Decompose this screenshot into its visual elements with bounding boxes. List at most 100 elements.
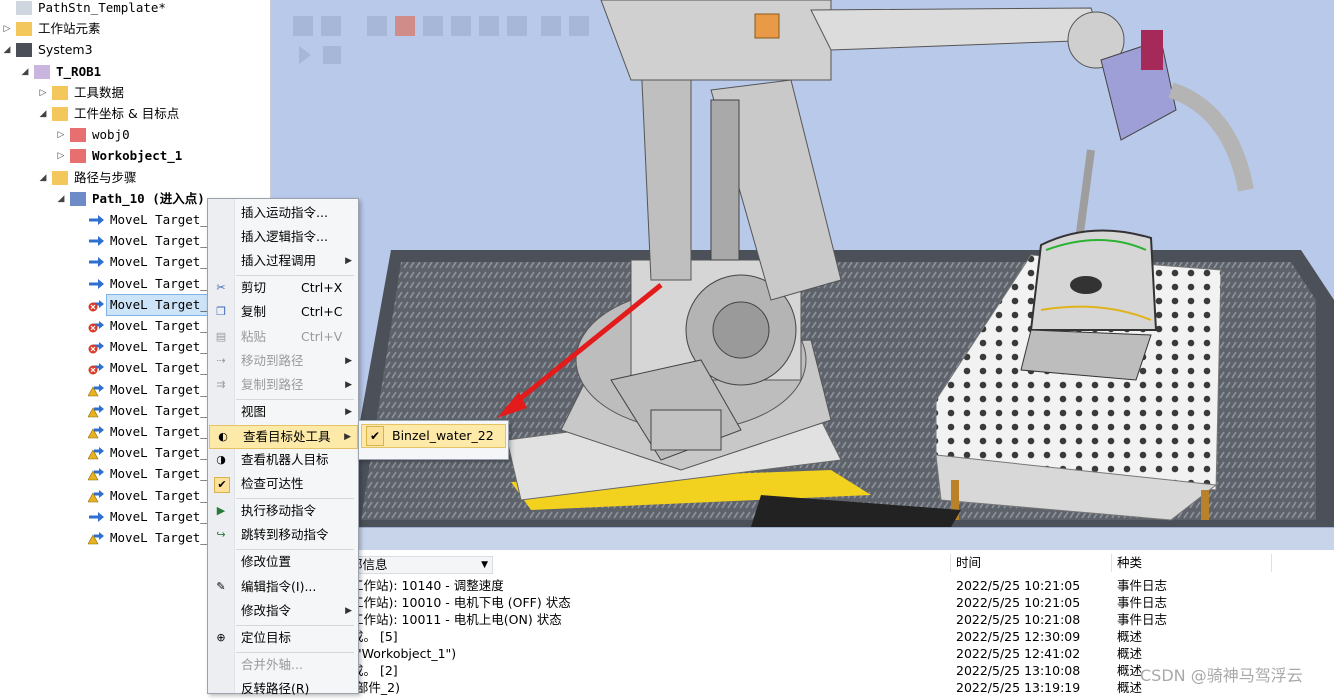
collapse-icon[interactable]: ◢ xyxy=(20,62,30,82)
menu-item[interactable]: ◑ 查看机器人目标 xyxy=(208,449,358,471)
execute-icon: ▶ xyxy=(216,504,226,518)
move-warning-icon xyxy=(87,446,104,460)
move-to-path-icon: ⇢ xyxy=(216,353,226,367)
output-filter-dropdown[interactable]: 部信息 ▼ xyxy=(350,556,493,574)
column-divider xyxy=(1111,554,1112,572)
workobject-folder-icon xyxy=(52,107,68,121)
collapse-icon[interactable]: ◢ xyxy=(38,168,48,188)
menu-item[interactable]: 合并外轴... xyxy=(208,654,358,676)
menu-item-label: 视图 xyxy=(241,403,267,419)
menu-item[interactable]: ▶ 执行移动指令 xyxy=(208,500,358,522)
menu-item[interactable]: 反转路径(R) xyxy=(208,678,358,700)
submenu-arrow-icon: ▶ xyxy=(345,355,352,366)
tree-node[interactable]: ▷ Workobject_1 xyxy=(0,146,270,166)
tree-node[interactable]: ◢ 工件坐标 & 目标点 xyxy=(0,104,270,124)
menu-item-shortcut: Ctrl+C xyxy=(301,304,343,320)
viewport-toolbar xyxy=(293,16,589,64)
folder-icon xyxy=(16,22,32,37)
menu-item[interactable]: 插入逻辑指令... xyxy=(208,226,358,248)
path-icon xyxy=(70,191,86,206)
submenu-item-tool[interactable]: ✔ Binzel_water_22 xyxy=(361,424,506,448)
expand-icon[interactable]: ▷ xyxy=(56,125,66,145)
copy-to-path-icon: ⇉ xyxy=(216,377,226,391)
tree-node-label: wobj0 xyxy=(92,127,130,143)
output-message: 工作站): 10010 - 电机下电 (OFF) 状态 xyxy=(351,595,571,610)
move-warning-icon xyxy=(87,531,104,545)
move-error-icon xyxy=(88,319,104,333)
expand-icon[interactable]: ▷ xyxy=(56,146,66,166)
output-type: 概述 xyxy=(1117,663,1143,678)
expand-icon[interactable]: ▷ xyxy=(38,83,48,103)
column-header-time[interactable]: 时间 xyxy=(956,554,981,572)
menu-item[interactable]: ▤ 粘贴 Ctrl+V xyxy=(208,326,358,348)
viewport-output-splitter[interactable] xyxy=(271,527,1334,550)
tree-node-label: MoveL Target_1 xyxy=(110,508,216,524)
menu-item[interactable]: ↪ 跳转到移动指令 xyxy=(208,524,358,546)
menu-separator xyxy=(236,549,354,551)
menu-item[interactable]: 插入过程调用 ▶ xyxy=(208,250,358,272)
tree-node[interactable]: ◢ System3 xyxy=(0,40,270,60)
move-error-icon xyxy=(88,340,104,354)
tree-node-label: MoveL Target_8 xyxy=(110,360,216,376)
move-arrow-icon xyxy=(88,234,104,248)
tree-node[interactable]: ▷ 工具数据 xyxy=(0,83,270,103)
menu-separator xyxy=(236,275,354,277)
menu-item[interactable]: ◐ 查看目标处工具 ▶ xyxy=(209,424,358,449)
output-type: 事件日志 xyxy=(1117,612,1168,627)
tree-node-label: System3 xyxy=(38,42,93,58)
tree-node[interactable]: ◢ T_ROB1 xyxy=(0,62,270,82)
tree-node-label: T_ROB1 xyxy=(56,63,102,79)
collapse-icon[interactable]: ◢ xyxy=(56,189,66,209)
menu-item-label: 跳转到移动指令 xyxy=(241,527,329,543)
submenu-arrow-icon: ▶ xyxy=(345,379,352,390)
column-divider xyxy=(1271,554,1272,572)
output-message: 工作站): 10011 - 电机上电(ON) 状态 xyxy=(351,612,562,627)
collapse-icon[interactable]: ◢ xyxy=(38,104,48,124)
menu-item[interactable]: ⇢ 移动到路径 ▶ xyxy=(208,350,358,372)
collapse-icon[interactable]: ◢ xyxy=(2,40,12,60)
column-header-type[interactable]: 种类 xyxy=(1117,554,1142,572)
tree-node[interactable]: PathStn_Template* xyxy=(0,0,270,18)
tree-node[interactable]: ▷ wobj0 xyxy=(0,125,270,145)
move-warning-icon xyxy=(87,383,104,397)
submenu-arrow-icon: ▶ xyxy=(345,605,352,616)
frame-icon xyxy=(70,128,86,143)
menu-item-label: 反转路径(R) xyxy=(241,680,310,696)
menu-item-label: 检查可达性 xyxy=(241,476,304,492)
menu-item[interactable]: ❐ 复制 Ctrl+C xyxy=(208,301,358,323)
output-message: ("Workobject_1") xyxy=(351,646,457,661)
move-warning-icon xyxy=(87,425,104,439)
watermark-text: CSDN @骑神马驾浮云 xyxy=(1140,666,1303,685)
output-time: 2022/5/25 10:21:05 xyxy=(956,595,1081,610)
menu-item[interactable]: ✎ 编辑指令(I)... xyxy=(208,576,358,598)
path-folder-icon xyxy=(52,170,68,185)
menu-item[interactable]: ⇉ 复制到路径 ▶ xyxy=(208,374,358,396)
menu-item[interactable]: ⊕ 定位目标 xyxy=(208,627,358,649)
output-type: 事件日志 xyxy=(1117,595,1168,610)
tree-node-label: MoveL Target_1 xyxy=(110,402,216,418)
menu-item-label: 插入逻辑指令... xyxy=(241,229,328,245)
menu-item-shortcut: Ctrl+X xyxy=(301,280,343,296)
expand-icon[interactable]: ▷ xyxy=(2,19,12,39)
chevron-down-icon: ▼ xyxy=(481,560,488,570)
menu-item[interactable]: ✔ 检查可达性 xyxy=(208,473,358,495)
tree-node-label: Workobject_1 xyxy=(92,148,183,164)
menu-item-label: 插入过程调用 xyxy=(241,253,317,269)
checkmark-icon: ✔ xyxy=(366,426,384,446)
controller-icon xyxy=(16,43,32,58)
tree-node[interactable]: ◢ 路径与步骤 xyxy=(0,168,270,188)
tree-node-label: MoveL Target_2 xyxy=(110,233,216,249)
copy-icon: ❐ xyxy=(216,305,226,319)
menu-item-label: 合并外轴... xyxy=(241,656,303,672)
menu-item[interactable]: ✂ 剪切 Ctrl+X xyxy=(208,277,358,299)
tree-node-label: MoveL Target_1 xyxy=(110,530,216,545)
tree-node-label: MoveL Target_1 xyxy=(110,424,216,439)
move-arrow-icon xyxy=(88,510,104,524)
menu-item[interactable]: 插入运动指令... xyxy=(208,202,358,224)
menu-item[interactable]: 修改位置 xyxy=(208,551,358,573)
menu-item[interactable]: 修改指令 ▶ xyxy=(208,600,358,622)
menu-item-label: 复制 xyxy=(241,304,267,320)
menu-item[interactable]: 视图 ▶ xyxy=(208,401,358,423)
tree-node[interactable]: ▷ 工作站元素 xyxy=(0,19,270,39)
scissors-icon: ✂ xyxy=(216,281,226,295)
